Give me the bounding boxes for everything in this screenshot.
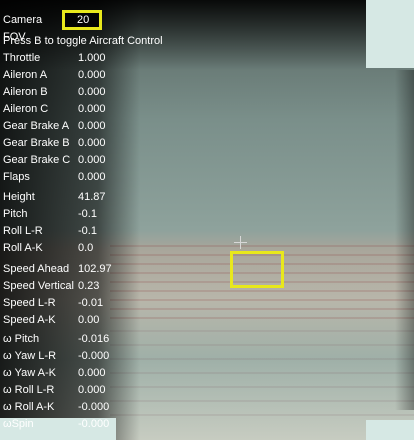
telemetry-row: Height 41.87	[0, 189, 160, 206]
telemetry-value: -0.000	[78, 418, 110, 430]
telemetry-value: -0.000	[78, 350, 110, 362]
telemetry-row: Speed A-K 0.00	[0, 312, 160, 329]
telemetry-label: ω Roll A-K	[3, 401, 55, 413]
telemetry-value: 1.000	[78, 52, 106, 64]
telemetry-label: Aileron B	[3, 86, 48, 98]
telemetry-row: Gear Brake B 0.000	[0, 135, 160, 152]
telemetry-value: 0.000	[78, 137, 106, 149]
telemetry-row: ω Pitch -0.016	[0, 331, 160, 348]
aircraft-control-hint: Press B to toggle Aircraft Control	[3, 35, 163, 47]
corner-panel-top-right	[366, 0, 414, 68]
telemetry-value: 0.23	[78, 280, 100, 292]
telemetry-row: Speed Ahead 102.97	[0, 261, 160, 278]
telemetry-row: Throttle 1.000	[0, 50, 160, 67]
telemetry-value: 0.000	[78, 69, 106, 81]
telemetry-value: 102.97	[78, 263, 112, 275]
telemetry-label: Speed Vertical	[3, 280, 74, 292]
telemetry-label: ω Pitch	[3, 333, 40, 345]
telemetry-row: ω Roll A-K -0.000	[0, 399, 160, 416]
telemetry-row: ωSpin -0.000	[0, 416, 160, 433]
telemetry-row: Aileron A 0.000	[0, 67, 160, 84]
telemetry-label: Speed Ahead	[3, 263, 70, 275]
target-highlight-box	[230, 251, 284, 288]
telemetry-label: Height	[3, 191, 35, 203]
telemetry-value: -0.000	[78, 401, 110, 413]
telemetry-value: -0.01	[78, 297, 104, 309]
telemetry-label: ω Yaw A-K	[3, 367, 57, 379]
telemetry-value: 0.000	[78, 171, 106, 183]
telemetry-label: Speed A-K	[3, 314, 56, 326]
telemetry-label: Throttle	[3, 52, 41, 64]
crosshair-vertical	[240, 236, 241, 249]
telemetry-label: Roll A-K	[3, 242, 43, 254]
telemetry-value: 41.87	[78, 191, 106, 203]
telemetry-value: 0.000	[78, 103, 106, 115]
telemetry-value: 0.0	[78, 242, 94, 254]
telemetry-row: ω Roll L-R 0.000	[0, 382, 160, 399]
telemetry-row: Roll A-K 0.0	[0, 240, 160, 257]
camera-fov-input[interactable]	[62, 10, 102, 30]
telemetry-row: ω Yaw L-R -0.000	[0, 348, 160, 365]
viewport-edge-shadow	[395, 70, 414, 410]
telemetry-value: -0.016	[78, 333, 110, 345]
telemetry-label: Pitch	[3, 208, 28, 220]
telemetry-row: ω Yaw A-K 0.000	[0, 365, 160, 382]
telemetry-value: 0.00	[78, 314, 100, 326]
corner-panel-bottom-right	[366, 420, 414, 440]
telemetry-label: Gear Brake C	[3, 154, 71, 166]
crosshair-icon	[234, 236, 247, 249]
telemetry-row: Speed L-R -0.01	[0, 295, 160, 312]
telemetry-value: 0.000	[78, 154, 106, 166]
telemetry-row: Roll L-R -0.1	[0, 223, 160, 240]
telemetry-row: Speed Vertical 0.23	[0, 278, 160, 295]
telemetry-label: Roll L-R	[3, 225, 43, 237]
telemetry-label: Gear Brake A	[3, 120, 70, 132]
telemetry-row: Gear Brake C 0.000	[0, 152, 160, 169]
telemetry-label: ωSpin	[3, 418, 34, 430]
telemetry-label: Gear Brake B	[3, 137, 70, 149]
telemetry-row: Aileron C 0.000	[0, 101, 160, 118]
telemetry-label: Speed L-R	[3, 297, 56, 309]
telemetry-row: Pitch -0.1	[0, 206, 160, 223]
telemetry-value: 0.000	[78, 86, 106, 98]
telemetry-label: Aileron A	[3, 69, 48, 81]
telemetry-value: 0.000	[78, 367, 106, 379]
telemetry-row: Gear Brake A 0.000	[0, 118, 160, 135]
telemetry-value: -0.1	[78, 225, 97, 237]
telemetry-value: -0.1	[78, 208, 97, 220]
telemetry-row: Flaps 0.000	[0, 169, 160, 186]
telemetry-row: Aileron B 0.000	[0, 84, 160, 101]
telemetry-value: 0.000	[78, 120, 106, 132]
telemetry-label: Aileron C	[3, 103, 49, 115]
telemetry-value: 0.000	[78, 384, 106, 396]
telemetry-label: Flaps	[3, 171, 30, 183]
telemetry-label: ω Roll L-R	[3, 384, 55, 396]
telemetry-label: ω Yaw L-R	[3, 350, 57, 362]
